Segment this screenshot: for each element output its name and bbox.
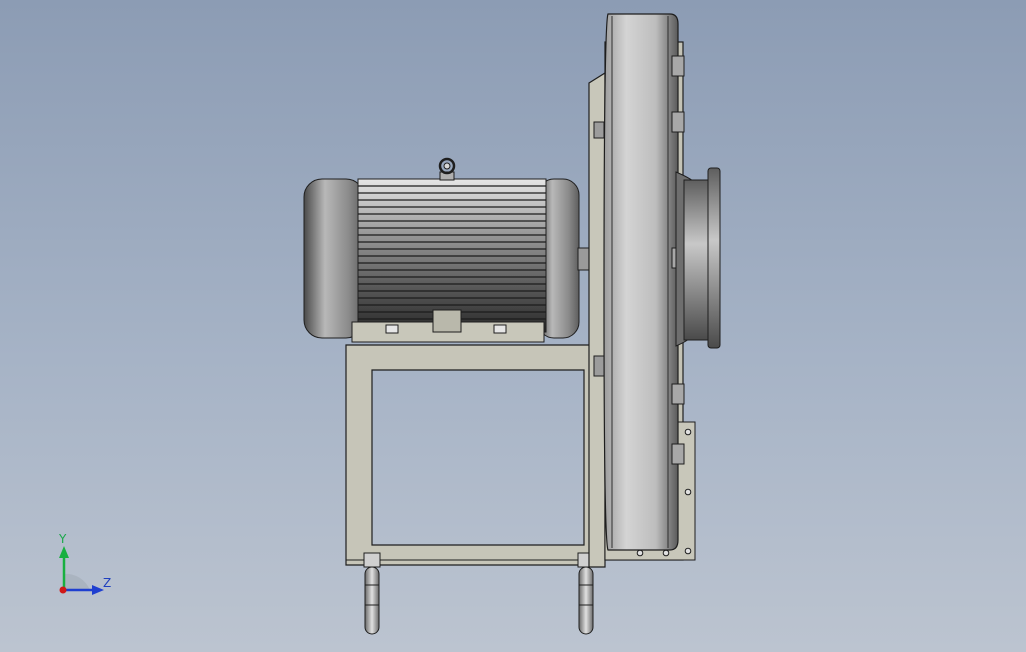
impeller-drum	[603, 13, 679, 551]
mounting-plate	[588, 71, 606, 568]
lifting-eye	[438, 157, 456, 181]
motor-base-frame[interactable]	[345, 344, 595, 566]
motor-shaft	[577, 247, 591, 271]
axis-y-label: Y	[59, 532, 67, 546]
fan-assembly-model[interactable]	[0, 0, 1026, 652]
axis-x-dot	[59, 586, 67, 594]
axis-z-label: Z	[103, 576, 112, 590]
inlet-duct	[683, 179, 711, 341]
cad-viewport[interactable]: Y Z	[0, 0, 1026, 652]
orientation-triad	[59, 546, 104, 595]
inlet-flange[interactable]	[675, 167, 721, 349]
motor[interactable]	[303, 157, 591, 343]
terminal-box	[432, 309, 462, 333]
inlet-flange-ring	[707, 167, 721, 349]
support-leg-left	[363, 552, 381, 635]
motor-end-cap-left	[303, 178, 365, 339]
